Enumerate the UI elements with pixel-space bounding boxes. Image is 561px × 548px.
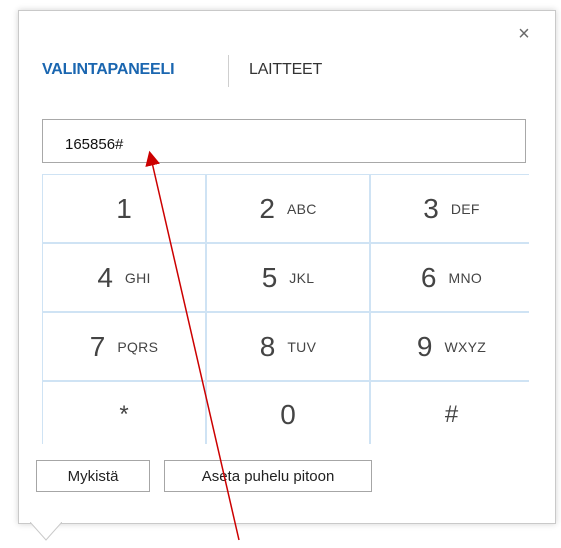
close-icon[interactable]: × <box>514 24 534 44</box>
key-letters: PQRS <box>117 338 159 355</box>
key-letters: JKL <box>289 269 315 286</box>
key-5[interactable]: 5 JKL <box>207 244 369 311</box>
key-digit: 8 <box>259 330 276 362</box>
key-letters: DEF <box>450 200 480 217</box>
hold-call-button[interactable]: Aseta puhelu pitoon <box>164 460 372 492</box>
key-digit: 2 <box>259 192 275 224</box>
panel-pointer-notch <box>30 522 62 541</box>
mute-button[interactable]: Mykistä <box>36 460 150 492</box>
key-8[interactable]: 8 TUV <box>207 313 369 380</box>
key-digit: 1 <box>116 192 132 224</box>
key-letters: ABC <box>286 200 317 217</box>
key-1[interactable]: 1 <box>43 175 205 242</box>
key-digit: 6 <box>420 261 437 293</box>
key-6[interactable]: 6 MNO <box>371 244 532 311</box>
key-digit: 0 <box>280 399 296 430</box>
key-digit: 4 <box>97 261 113 293</box>
key-digit: 7 <box>89 330 106 362</box>
key-letters: TUV <box>287 338 317 355</box>
key-9[interactable]: 9 WXYZ <box>371 313 532 380</box>
keypad-grid: 1 2 ABC 3 DEF 4 GHI 5 JKL 6 MNO 7 PQRS 8… <box>42 174 532 448</box>
dialpad-window: × VALINTAPANEELI LAITTEET 165856# 1 2 AB… <box>0 0 561 548</box>
tab-divider <box>228 55 229 87</box>
tab-dialpad[interactable]: VALINTAPANEELI <box>42 61 175 79</box>
key-7[interactable]: 7 PQRS <box>43 313 205 380</box>
key-star[interactable]: * <box>43 382 205 448</box>
key-digit: * <box>119 401 129 428</box>
key-2[interactable]: 2 ABC <box>207 175 369 242</box>
key-digit: 5 <box>261 261 278 293</box>
key-digit: 3 <box>423 192 439 224</box>
tab-devices[interactable]: LAITTEET <box>249 61 322 79</box>
key-hash[interactable]: # <box>371 382 532 448</box>
key-letters: WXYZ <box>444 338 487 355</box>
dial-number-input[interactable]: 165856# <box>42 119 526 163</box>
key-4[interactable]: 4 GHI <box>43 244 205 311</box>
key-letters: MNO <box>448 269 483 286</box>
key-0[interactable]: 0 <box>207 382 369 448</box>
key-letters: GHI <box>124 269 151 286</box>
key-digit: # <box>444 401 459 428</box>
key-3[interactable]: 3 DEF <box>371 175 532 242</box>
key-digit: 9 <box>416 330 433 362</box>
